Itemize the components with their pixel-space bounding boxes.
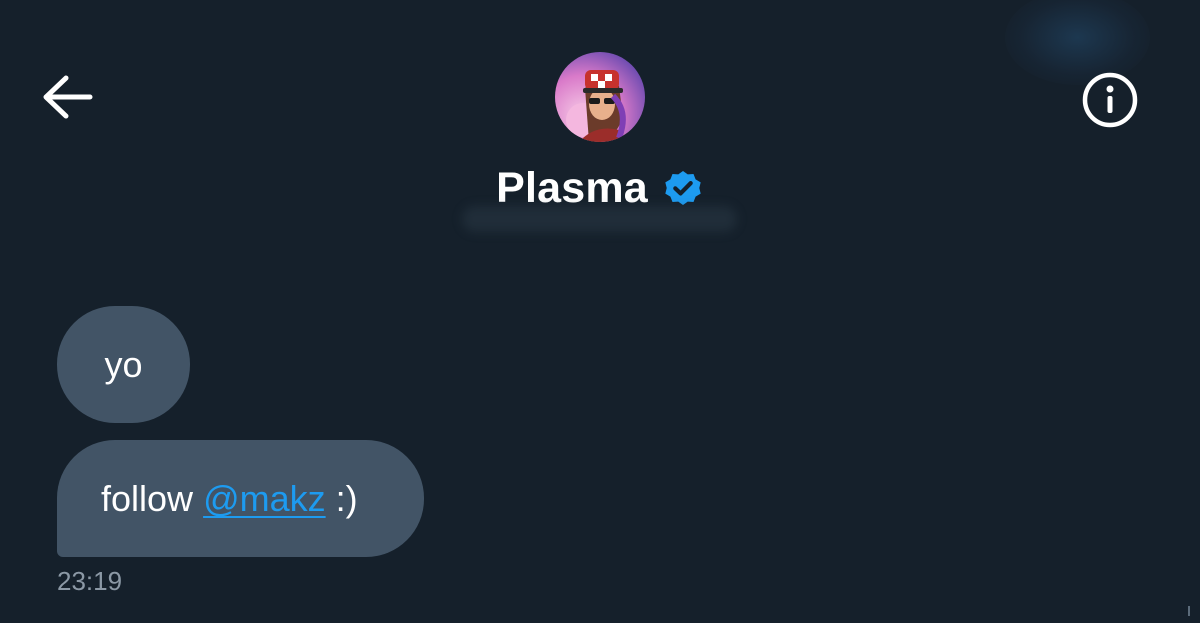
message-timestamp: 23:19 [57,566,123,596]
info-button[interactable] [1080,70,1140,130]
scrollbar-edge [1188,606,1196,616]
message-text: follow [101,477,194,519]
avatar[interactable] [555,52,645,142]
message-bubble[interactable]: follow @makz :) [57,440,424,557]
message-text: :) [335,477,358,519]
info-circle-icon [1082,72,1138,128]
mention-link[interactable]: @makz [203,478,326,520]
verified-badge-icon [662,167,704,209]
handle-redacted [462,206,737,232]
dm-conversation-screen: Plasma yo follow @makz :) 23:19 [0,0,1200,623]
arrow-left-icon [43,75,93,119]
back-button[interactable] [38,72,98,122]
message-text: yo [104,343,143,385]
message-bubble[interactable]: yo [57,306,190,423]
